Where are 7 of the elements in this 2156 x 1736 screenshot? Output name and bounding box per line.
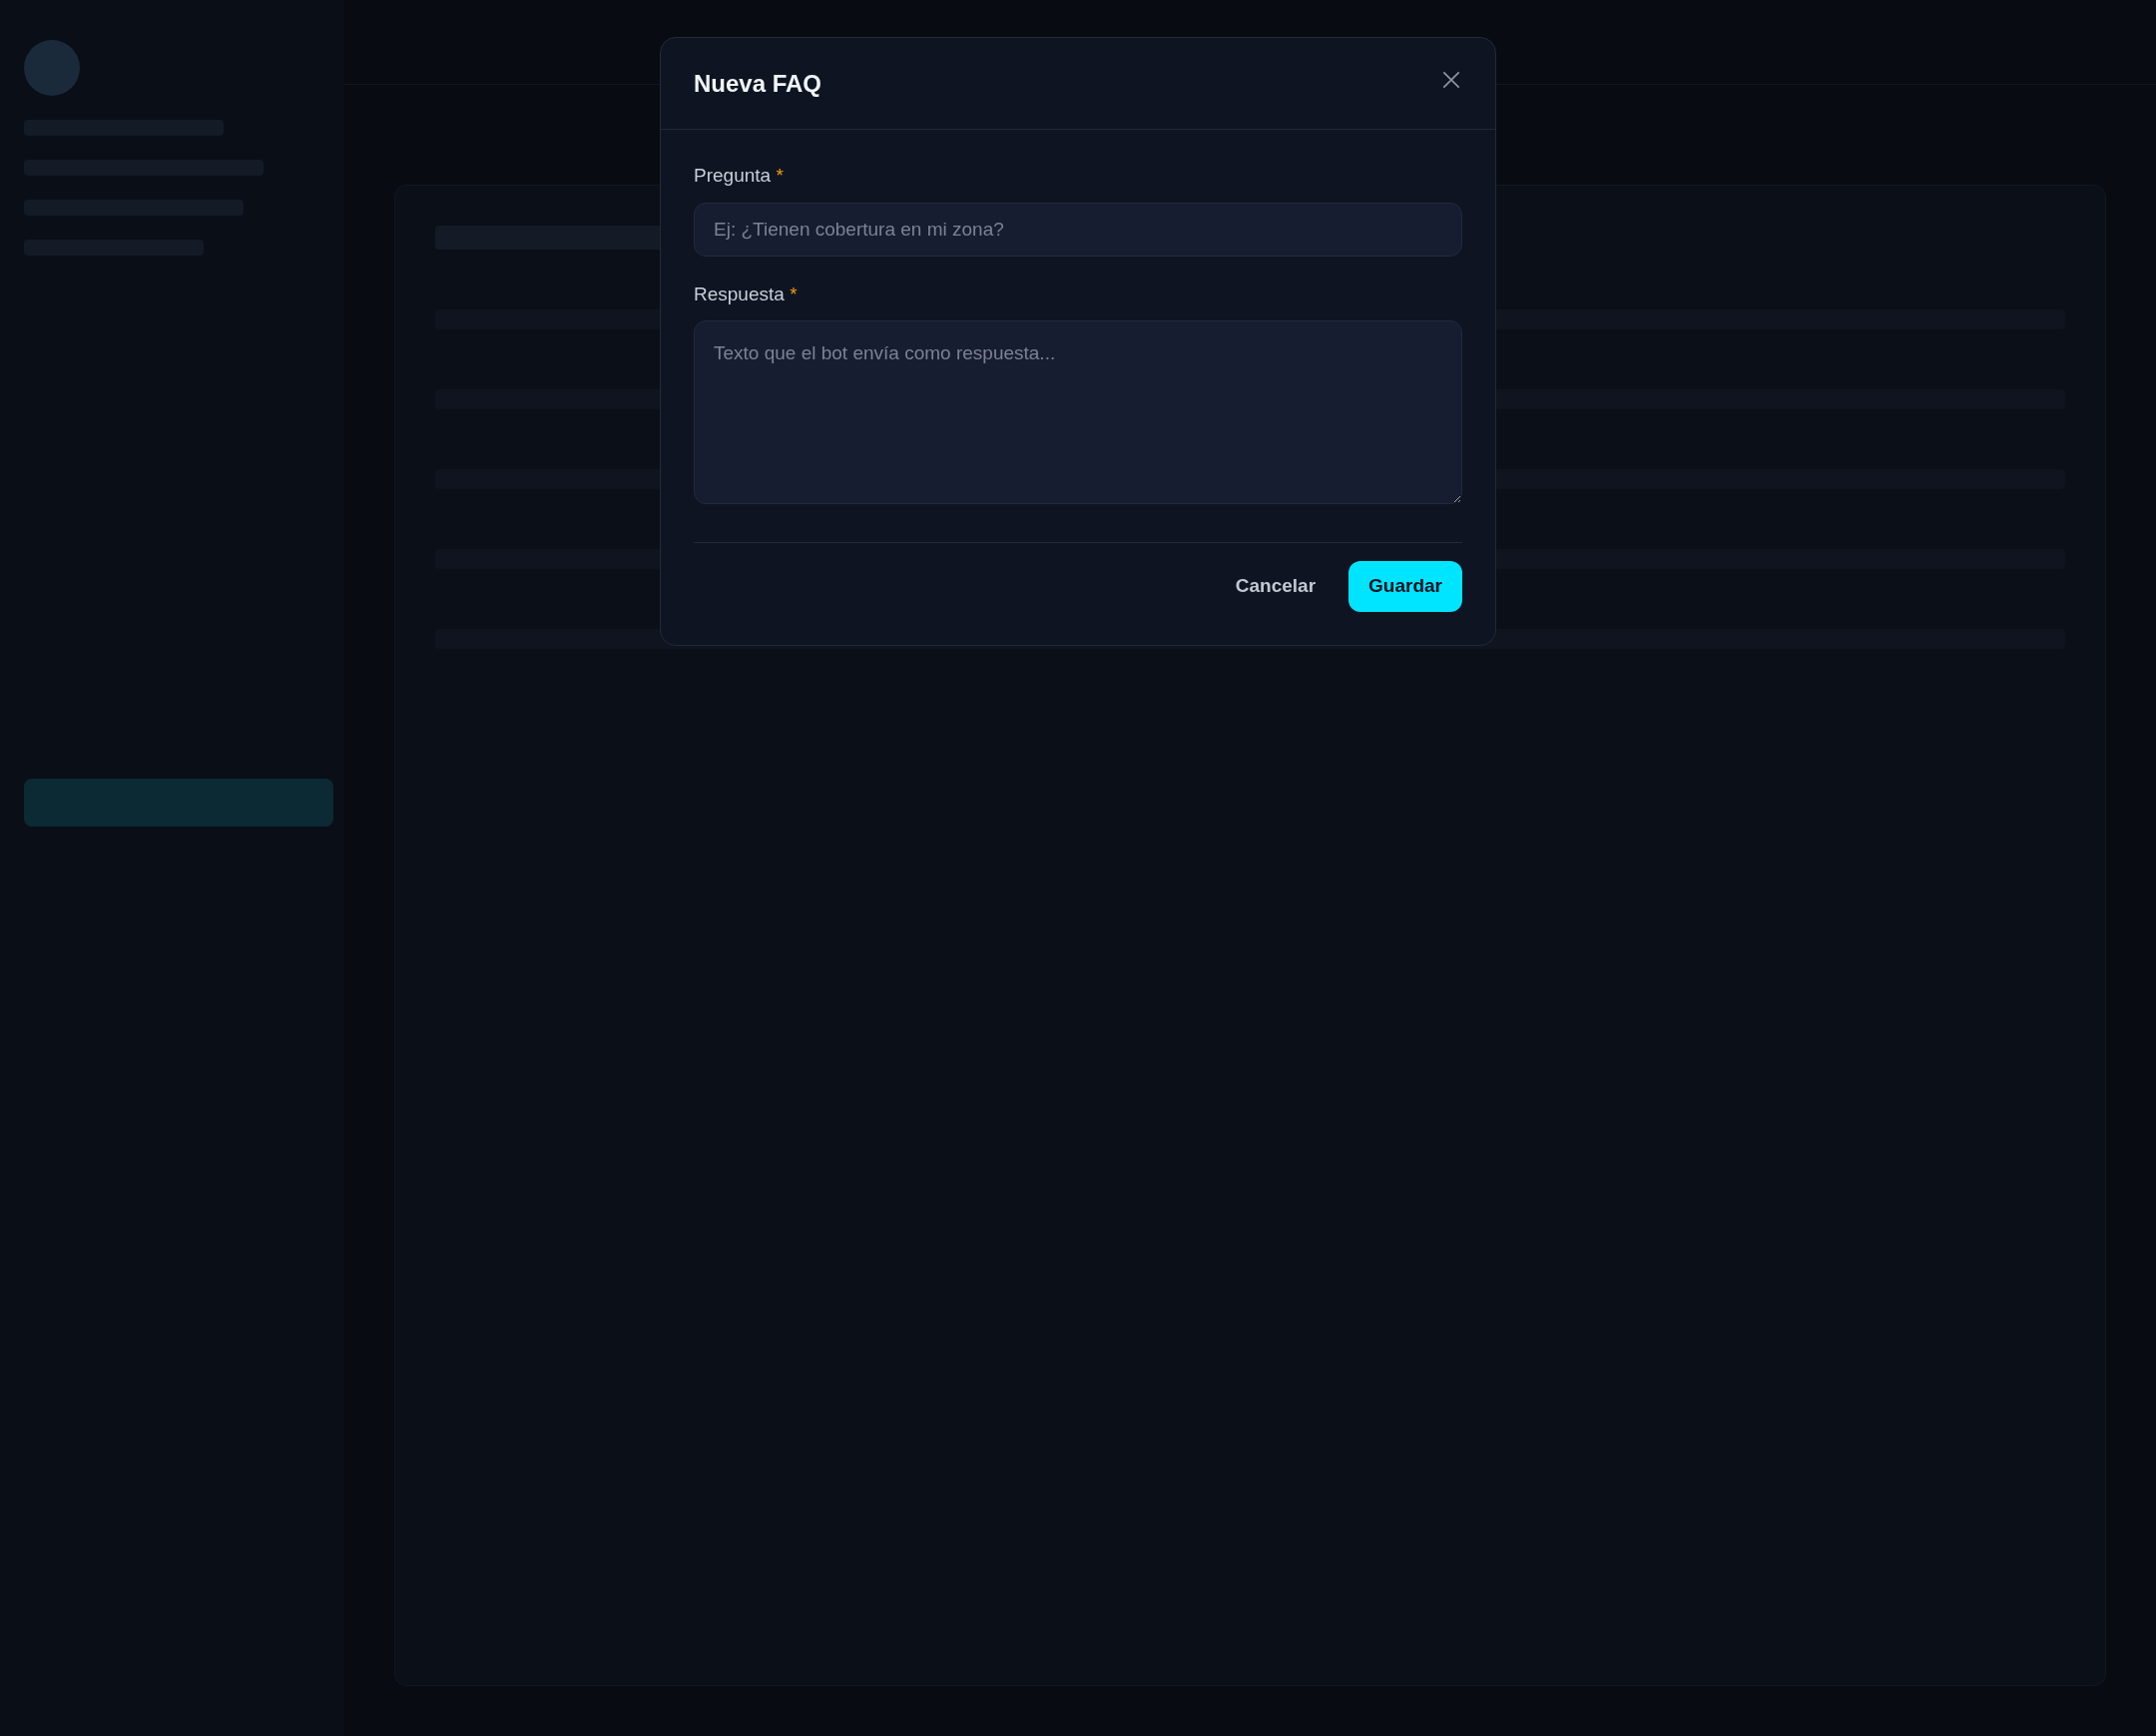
save-button[interactable]: Guardar xyxy=(1348,561,1462,612)
dialog-title: Nueva FAQ xyxy=(694,68,822,99)
answer-textarea[interactable]: Texto que el bot envía como respuesta... xyxy=(694,320,1462,504)
field-label: Respuesta * xyxy=(694,282,799,306)
question-input[interactable]: Ej: ¿Tienen cobertura en mi zona? xyxy=(694,202,1462,257)
cancel-button[interactable]: Cancelar xyxy=(1235,561,1317,612)
field-label: Pregunta * xyxy=(694,164,785,188)
